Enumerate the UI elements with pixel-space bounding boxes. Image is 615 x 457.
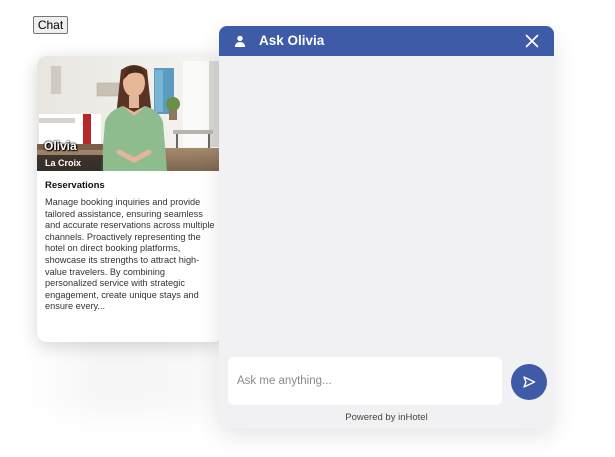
chat-toggle-button[interactable]: Chat	[33, 16, 68, 34]
send-icon	[523, 376, 536, 388]
send-button[interactable]	[511, 364, 547, 400]
chat-message-input[interactable]	[228, 357, 502, 405]
chat-header: Ask Olivia	[219, 26, 554, 56]
agent-role: Reservations	[45, 180, 105, 191]
user-icon	[235, 35, 245, 47]
agent-hotel-badge: La Croix	[37, 155, 104, 171]
agent-photo	[37, 56, 223, 171]
powered-by-label: Powered by inHotel	[345, 412, 428, 423]
chat-title: Ask Olivia	[259, 33, 325, 48]
chat-panel: Ask Olivia Powered by inHotel	[219, 26, 554, 428]
close-icon[interactable]	[524, 33, 540, 49]
agent-card: Olivia La Croix Reservations Manage book…	[37, 56, 223, 342]
agent-name: Olivia	[44, 139, 77, 153]
agent-description: Manage booking inquiries and provide tai…	[45, 197, 215, 312]
